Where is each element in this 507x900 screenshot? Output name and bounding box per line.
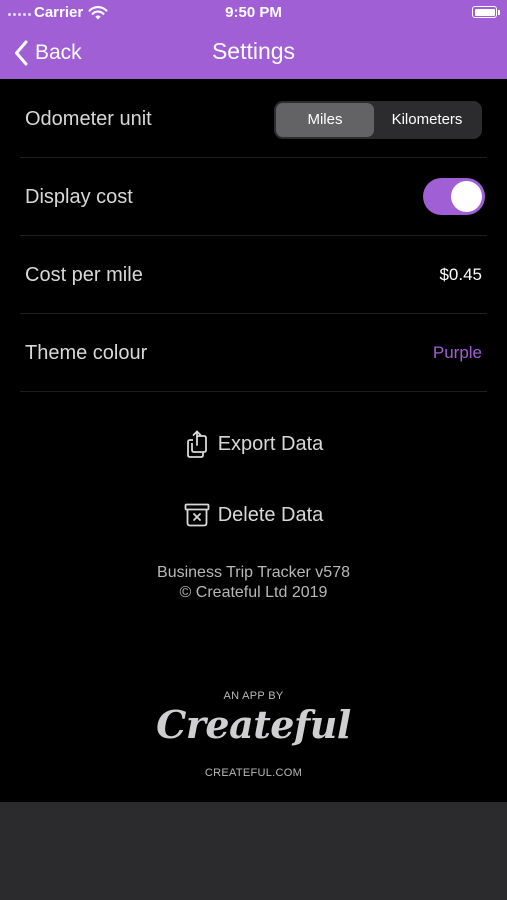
toggle-knob xyxy=(451,181,482,212)
display-cost-row: Display cost xyxy=(20,158,487,236)
odometer-unit-row: Odometer unit Miles Kilometers xyxy=(20,80,487,158)
odometer-unit-segmented-control: Miles Kilometers xyxy=(274,101,482,139)
display-cost-label: Display cost xyxy=(25,186,133,208)
segment-kilometers[interactable]: Kilometers xyxy=(374,103,480,137)
theme-colour-label: Theme colour xyxy=(25,342,148,364)
an-app-by-text: AN APP BY xyxy=(223,690,284,702)
battery-icon xyxy=(472,6,497,18)
settings-content: Odometer unit Miles Kilometers Display c… xyxy=(0,79,507,802)
delete-data-label: Delete Data xyxy=(217,503,324,526)
cost-per-mile-row[interactable]: Cost per mile $0.45 xyxy=(20,236,487,314)
odometer-unit-label: Odometer unit xyxy=(25,108,152,130)
createful-url-text: CREATEFUL.COM xyxy=(204,767,303,779)
copyright-text: © Createful Ltd 2019 xyxy=(179,584,328,601)
theme-colour-value: Purple xyxy=(432,343,482,362)
battery-tip xyxy=(498,10,500,15)
segment-miles[interactable]: Miles xyxy=(276,103,374,137)
export-data-button[interactable]: Export Data xyxy=(0,427,507,461)
navigation-bar: Carrier 9:50 PM Back Settings xyxy=(0,0,507,79)
cost-per-mile-value: $0.45 xyxy=(439,265,482,284)
display-cost-toggle[interactable] xyxy=(423,178,485,215)
page-title: Settings xyxy=(211,38,296,64)
createful-logo: Createful xyxy=(156,702,351,747)
delete-data-button[interactable]: Delete Data xyxy=(0,498,507,532)
clock: 9:50 PM xyxy=(225,4,282,21)
cost-per-mile-label: Cost per mile xyxy=(25,264,143,286)
share-icon xyxy=(186,430,207,458)
theme-colour-row[interactable]: Theme colour Purple xyxy=(20,314,487,392)
delete-box-icon xyxy=(184,503,210,527)
app-version-text: Business Trip Tracker v578 xyxy=(157,564,350,581)
status-bar: Carrier 9:50 PM xyxy=(0,0,507,26)
export-data-label: Export Data xyxy=(217,432,324,455)
